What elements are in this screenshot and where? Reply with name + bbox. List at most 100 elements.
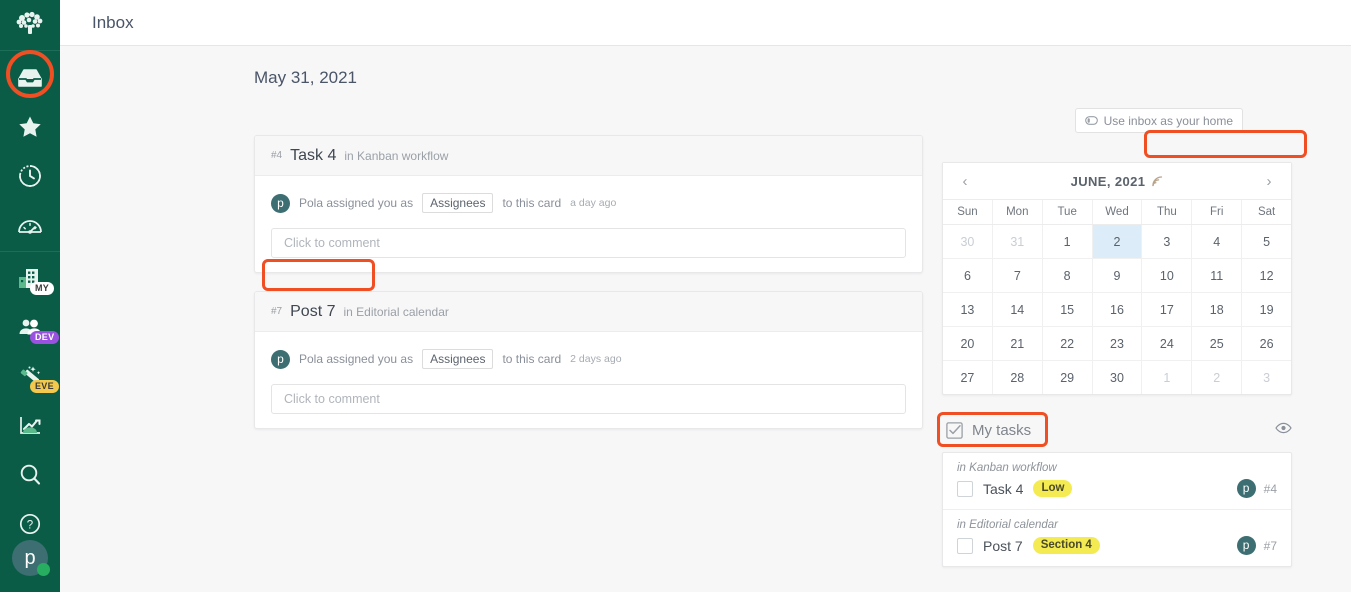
sidebar-item-team[interactable]: DEV <box>0 303 60 352</box>
task-group-label: in Editorial calendar <box>957 519 1059 531</box>
calendar-day-cell[interactable]: 19 <box>1242 293 1291 326</box>
sidebar-item-company[interactable]: MY <box>0 254 60 303</box>
calendar-prev-button[interactable]: ‹ <box>955 173 975 190</box>
sidebar-item-reports[interactable] <box>0 401 60 450</box>
calendar-next-button[interactable]: › <box>1259 173 1279 190</box>
calendar-day-cell[interactable]: 27 <box>943 361 993 394</box>
tree-logo-icon <box>16 11 43 34</box>
sidebar-item-favorites[interactable] <box>0 102 60 151</box>
calendar-day-cell[interactable]: 10 <box>1142 259 1193 292</box>
task-tag: Section 4 <box>1032 537 1100 554</box>
task-number: #7 <box>1263 538 1277 553</box>
calendar-month-label: JUNE, 2021 <box>1070 173 1146 189</box>
calendar-weekday: Sat <box>1257 206 1276 218</box>
inbox-card[interactable]: #4 Task 4 in Kanban workflow p Pola assi… <box>254 135 923 273</box>
use-inbox-as-home-button[interactable]: Use inbox as your home <box>1074 108 1243 133</box>
page-title: Inbox <box>92 12 134 32</box>
card-location: in Editorial calendar <box>343 304 449 319</box>
calendar-weekday-row: Sun Mon Tue Wed Thu Fri Sat <box>943 200 1291 225</box>
clock-icon <box>19 164 41 187</box>
calendar-day-cell[interactable]: 4 <box>1192 225 1243 258</box>
rail-divider-top <box>0 50 60 51</box>
card-header: #7 Post 7 in Editorial calendar <box>255 292 922 332</box>
calendar-day-cell[interactable]: 23 <box>1093 327 1143 360</box>
calendar-widget: ‹ JUNE, 2021 › Sun Mon Tue Wed Thu Fri S… <box>942 162 1292 395</box>
watch-toggle[interactable] <box>1275 421 1292 439</box>
calendar-day-cell[interactable]: 22 <box>1043 327 1093 360</box>
task-group: in Kanban workflow Task 4 Low p #4 <box>943 453 1291 509</box>
calendar-day-cell[interactable]: 9 <box>1093 259 1143 292</box>
calendar-day-cell[interactable]: 26 <box>1242 327 1291 360</box>
inbox-home-highlight <box>1144 130 1307 158</box>
card-location: in Kanban workflow <box>344 148 449 163</box>
calendar-week-row: 27 28 29 30 1 2 3 <box>943 361 1291 394</box>
sidebar-badge-automation: EVE <box>30 380 59 393</box>
task-checkbox[interactable] <box>957 480 973 497</box>
inbox-screen: MY DEV EVE ? p Inbox May 31, 2021 Use in… <box>0 0 1351 592</box>
activity-field-chip[interactable]: Assignees <box>422 193 494 213</box>
calendar-day-cell[interactable]: 14 <box>993 293 1043 326</box>
rss-icon[interactable] <box>1151 175 1163 187</box>
calendar-day-cell[interactable]: 17 <box>1142 293 1193 326</box>
calendar-day-cell[interactable]: 31 <box>993 225 1043 258</box>
calendar-day-cell[interactable]: 11 <box>1192 259 1243 292</box>
my-tasks-header[interactable]: My tasks <box>942 416 1292 444</box>
calendar-day-cell[interactable]: 21 <box>993 327 1043 360</box>
calendar-day-cell[interactable]: 16 <box>1093 293 1143 326</box>
activity-avatar: p <box>271 193 290 213</box>
comment-placeholder: Click to comment <box>284 392 380 406</box>
calendar-day-cell[interactable]: 30 <box>1093 361 1143 394</box>
sidebar-item-search[interactable] <box>0 450 60 499</box>
checkbox-checked-icon <box>946 421 963 439</box>
app-logo[interactable] <box>0 0 60 48</box>
card-title[interactable]: Task 4 <box>290 147 336 165</box>
calendar-day-cell[interactable]: 7 <box>993 259 1043 292</box>
calendar-day-cell[interactable]: 24 <box>1142 327 1193 360</box>
calendar-day-cell[interactable]: 18 <box>1192 293 1243 326</box>
calendar-day-cell[interactable]: 29 <box>1043 361 1093 394</box>
calendar-day-cell[interactable]: 5 <box>1242 225 1291 258</box>
card-title[interactable]: Post 7 <box>290 303 335 321</box>
sidebar-badge-company: MY <box>30 282 55 295</box>
calendar-day-cell[interactable]: 2 <box>1092 225 1143 258</box>
calendar-day-cell[interactable]: 20 <box>943 327 993 360</box>
task-name[interactable]: Post 7 <box>983 538 1023 554</box>
comment-placeholder: Click to comment <box>284 236 380 250</box>
calendar-weekday: Sun <box>943 200 993 224</box>
activity-timestamp: 2 days ago <box>570 353 622 365</box>
calendar-day-cell[interactable]: 3 <box>1142 225 1193 258</box>
activity-field-chip[interactable]: Assignees <box>422 349 494 369</box>
activity-row: p Pola assigned you as Assignees to this… <box>271 344 906 374</box>
my-tasks-title: My tasks <box>972 421 1032 439</box>
calendar-day-cell[interactable]: 1 <box>1142 361 1193 394</box>
activity-text-before: Pola assigned you as <box>299 196 414 210</box>
calendar-weekday: Fri <box>1192 200 1243 224</box>
inbox-card[interactable]: #7 Post 7 in Editorial calendar p Pola a… <box>254 291 923 429</box>
content-area: May 31, 2021 Use inbox as your home #4 T… <box>60 46 1351 592</box>
calendar-day-cell[interactable]: 8 <box>1043 259 1093 292</box>
comment-input[interactable]: Click to comment <box>271 228 906 258</box>
calendar-day-cell[interactable]: 15 <box>1043 293 1093 326</box>
rail-avatar-wrap[interactable]: p <box>0 532 60 584</box>
calendar-day-cell[interactable]: 28 <box>993 361 1043 394</box>
task-row[interactable]: Task 4 Low p #4 <box>957 479 1277 498</box>
task-name[interactable]: Task 4 <box>983 481 1023 497</box>
calendar-day-cell[interactable]: 6 <box>943 259 993 292</box>
avatar[interactable]: p <box>12 540 50 576</box>
calendar-day-cell[interactable]: 12 <box>1242 259 1291 292</box>
calendar-day-cell[interactable]: 2 <box>1192 361 1243 394</box>
calendar-day-cell[interactable]: 13 <box>943 293 993 326</box>
task-row[interactable]: Post 7 Section 4 p #7 <box>957 536 1277 555</box>
calendar-day-cell[interactable]: 1 <box>1043 225 1093 258</box>
calendar-day-cell[interactable]: 25 <box>1192 327 1243 360</box>
card-body: p Pola assigned you as Assignees to this… <box>255 332 922 374</box>
sidebar-item-dashboard[interactable] <box>0 200 60 249</box>
sidebar-item-recent[interactable] <box>0 151 60 200</box>
comment-input[interactable]: Click to comment <box>271 384 906 414</box>
calendar-day-cell[interactable]: 30 <box>943 225 993 258</box>
task-checkbox[interactable] <box>957 537 973 554</box>
calendar-day-cell[interactable]: 3 <box>1242 361 1291 394</box>
calendar-weekday: Thu <box>1142 200 1193 224</box>
sidebar-item-automation[interactable]: EVE <box>0 352 60 401</box>
sidebar-item-inbox[interactable] <box>0 53 60 102</box>
